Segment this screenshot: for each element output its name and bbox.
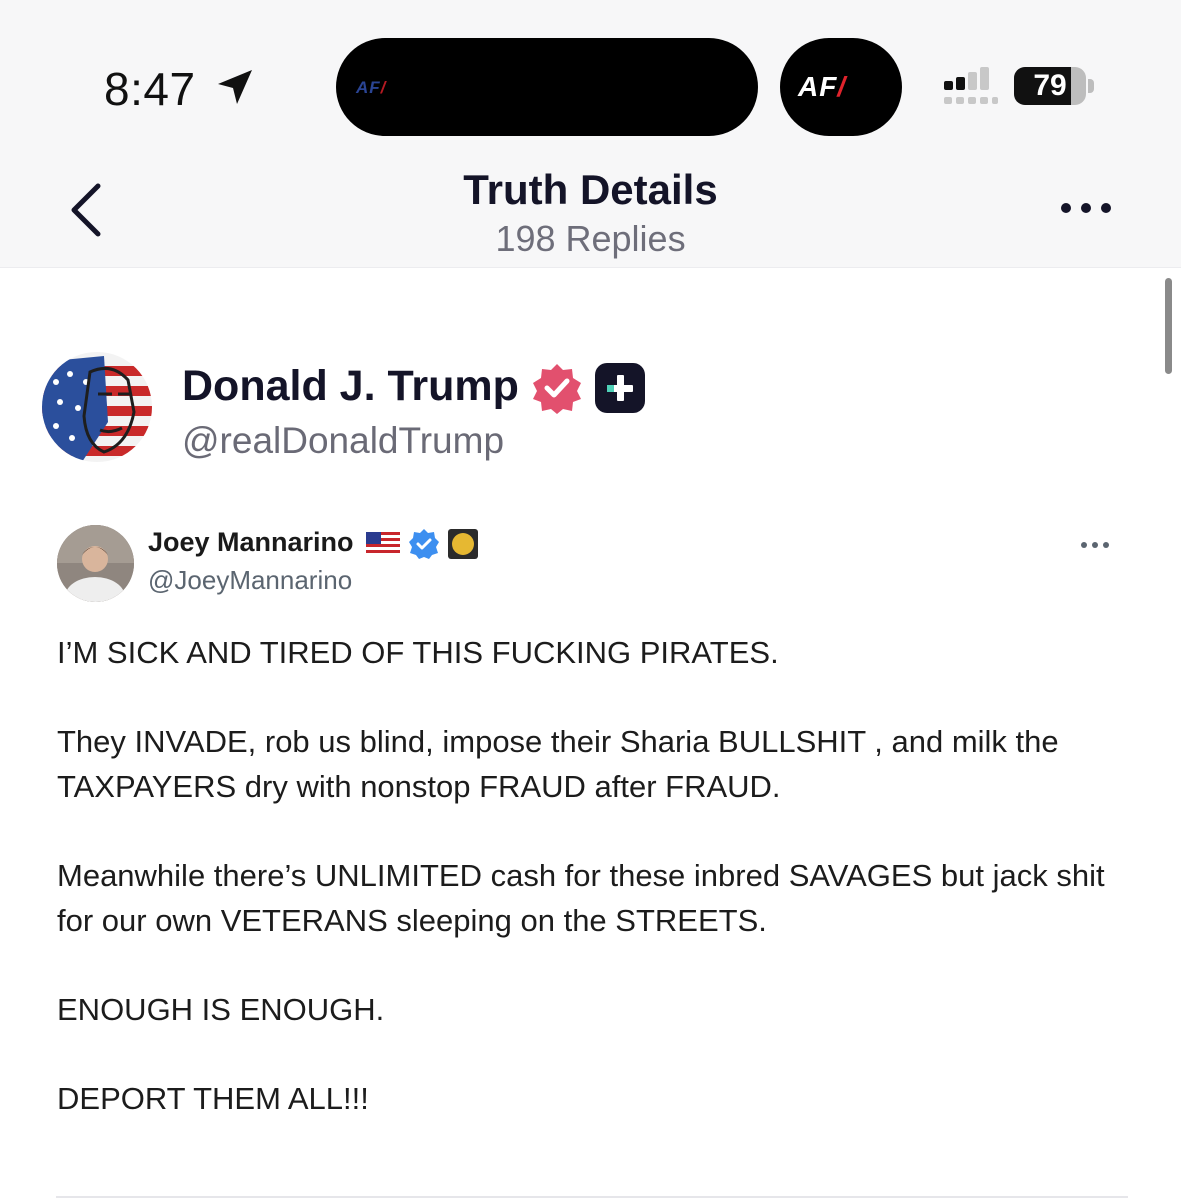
status-time: 8:47	[104, 63, 196, 115]
airline-logo: AF/	[798, 71, 847, 102]
airline-logo: AF/	[356, 78, 387, 97]
author-handle[interactable]: @realDonaldTrump	[182, 420, 504, 462]
post-paragraph: ENOUGH IS ENOUGH.	[57, 992, 385, 1027]
verified-badge-icon	[409, 529, 439, 559]
avatar[interactable]	[42, 352, 152, 462]
verified-badge-icon	[533, 364, 581, 414]
post-paragraph: I’M SICK AND TIRED OF THIS FUCKING PIRAT…	[57, 635, 779, 670]
quoted-post-body: I’M SICK AND TIRED OF THIS FUCKING PIRAT…	[57, 630, 1127, 1165]
cellular-signal-icon	[944, 67, 998, 104]
location-arrow-icon	[218, 70, 252, 104]
us-flag-icon	[366, 532, 400, 554]
live-activity-pill[interactable]: AF/	[780, 38, 902, 136]
dynamic-island[interactable]: AF/	[336, 38, 758, 136]
scrollbar[interactable]	[1165, 278, 1172, 374]
nav-header: Truth Details 198 Replies	[0, 140, 1181, 268]
post-paragraph: DEPORT THEM ALL!!!	[57, 1081, 369, 1116]
page-title: Truth Details	[463, 166, 718, 213]
divider	[56, 1196, 1128, 1198]
post-paragraph: They INVADE, rob us blind, impose their …	[57, 724, 1059, 804]
quoted-author-name[interactable]: Joey Mannarino	[148, 527, 354, 558]
truth-plus-icon	[595, 363, 645, 413]
reply-count: 198 Replies	[495, 218, 686, 259]
battery-percent: 79	[1033, 69, 1067, 102]
post-paragraph: Meanwhile there’s UNLIMITED cash for the…	[57, 858, 1105, 938]
ellipsis-icon[interactable]	[1078, 538, 1112, 552]
gold-coin-icon	[448, 529, 478, 559]
avatar[interactable]	[57, 525, 134, 602]
battery-icon: 79	[1014, 67, 1094, 105]
status-bar: 8:47 AF/ AF/ 79	[0, 0, 1181, 140]
truth-details-screen: 8:47 AF/ AF/ 79 Truth Details 198 Replie…	[0, 0, 1181, 1200]
quoted-author-handle[interactable]: @JoeyMannarino	[148, 565, 352, 596]
author-name[interactable]: Donald J. Trump	[182, 362, 519, 411]
ellipsis-icon[interactable]	[1056, 196, 1116, 220]
